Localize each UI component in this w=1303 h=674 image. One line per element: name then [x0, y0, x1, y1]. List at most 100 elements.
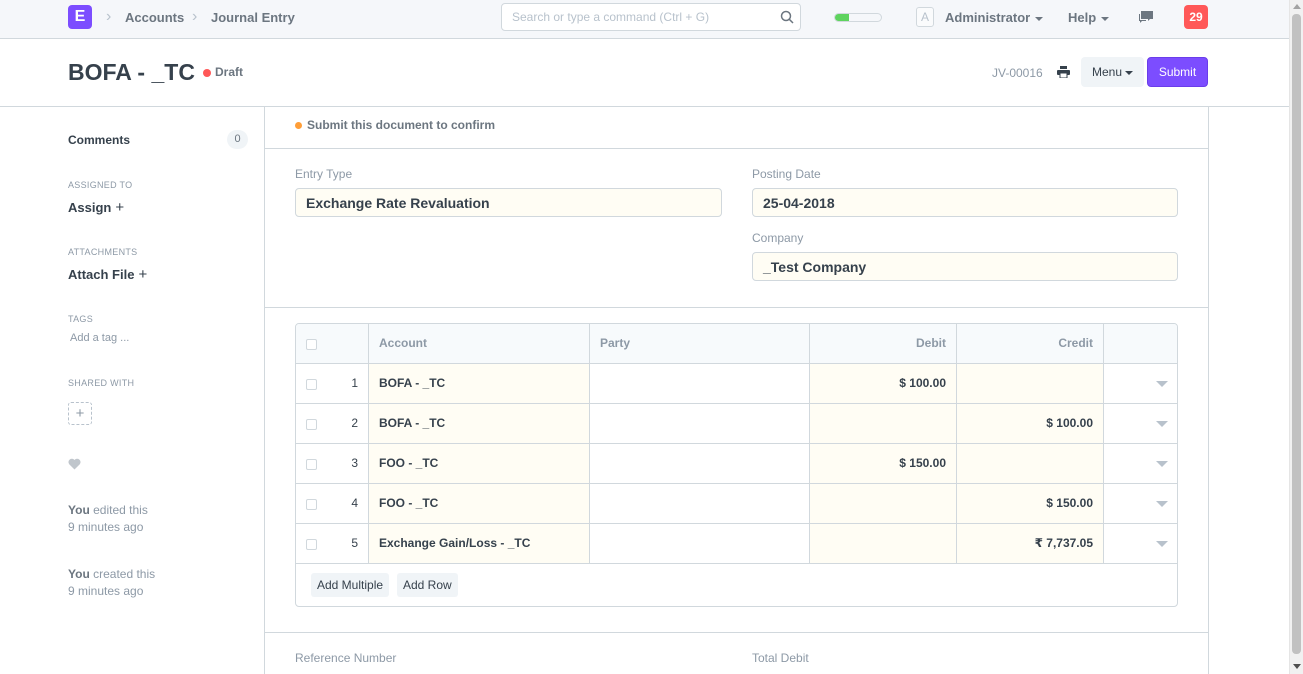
debit-cell[interactable]: $ 100.00	[810, 364, 957, 403]
debit-cell[interactable]	[810, 404, 957, 443]
table-row[interactable]: 2 BOFA - _TC $ 100.00	[296, 404, 1177, 444]
add-tag-input[interactable]: Add a tag ...	[70, 332, 129, 344]
account-cell[interactable]: Exchange Gain/Loss - _TC	[369, 524, 590, 563]
party-cell[interactable]	[590, 444, 810, 483]
scroll-up-icon[interactable]	[1293, 4, 1301, 9]
menu-button[interactable]: Menu	[1081, 57, 1144, 87]
notification-badge[interactable]: 29	[1184, 5, 1208, 29]
activity-time: 9 minutes ago	[68, 584, 144, 598]
plus-icon: +	[115, 199, 125, 216]
posting-date-label: Posting Date	[752, 167, 821, 181]
breadcrumb-journal-entry[interactable]: Journal Entry	[211, 10, 295, 25]
table-row[interactable]: 4 FOO - _TC $ 150.00	[296, 484, 1177, 524]
row-actions-cell[interactable]	[1104, 404, 1177, 443]
chevron-right-icon: ›	[106, 8, 112, 25]
column-header-party: Party	[590, 324, 810, 363]
form-message: Submit this document to confirm	[265, 107, 1208, 149]
menu-label: Menu	[1091, 65, 1123, 79]
table-row[interactable]: 5 Exchange Gain/Loss - _TC ₹ 7,737.05	[296, 524, 1177, 564]
print-icon[interactable]	[1057, 66, 1070, 78]
header-checkbox-cell	[296, 324, 369, 363]
form-layout: Submit this document to confirm Entry Ty…	[264, 107, 1209, 674]
avatar[interactable]: A	[916, 7, 934, 27]
progress-fill	[835, 14, 849, 21]
scrollbar-thumb[interactable]	[1292, 14, 1301, 654]
table-row[interactable]: 3 FOO - _TC $ 150.00	[296, 444, 1177, 484]
account-cell[interactable]: FOO - _TC	[369, 444, 590, 483]
row-checkbox[interactable]	[306, 539, 317, 550]
breadcrumb-accounts[interactable]: Accounts	[125, 10, 184, 25]
add-share-button[interactable]: +	[68, 402, 92, 425]
comments-count: 0	[227, 130, 248, 149]
add-row-button[interactable]: Add Row	[397, 573, 458, 597]
posting-date-field[interactable]: 25-04-2018	[752, 188, 1178, 217]
caret-down-icon	[1156, 461, 1168, 467]
row-index: 2	[351, 416, 358, 430]
search-icon[interactable]	[780, 10, 794, 24]
chat-icon[interactable]	[1138, 10, 1154, 24]
submit-button[interactable]: Submit	[1147, 57, 1208, 87]
column-header-debit: Debit	[810, 324, 957, 363]
search-bar	[501, 3, 801, 31]
credit-cell[interactable]	[957, 364, 1104, 403]
column-header-credit: Credit	[957, 324, 1104, 363]
page-head: BOFA - _TC Draft JV-00016 Menu Submit	[0, 40, 1289, 107]
setup-progress-bar[interactable]	[834, 13, 882, 22]
credit-cell[interactable]: $ 100.00	[957, 404, 1104, 443]
row-actions-cell[interactable]	[1104, 444, 1177, 483]
add-multiple-button[interactable]: Add Multiple	[311, 573, 390, 597]
row-index: 4	[351, 496, 358, 510]
tags-label: TAGS	[68, 314, 94, 324]
assigned-to-label: ASSIGNED TO	[68, 180, 133, 190]
status-badge: Draft	[215, 65, 244, 79]
row-checkbox[interactable]	[306, 459, 317, 470]
row-actions-cell[interactable]	[1104, 524, 1177, 563]
scroll-down-icon[interactable]	[1293, 664, 1301, 669]
debit-cell[interactable]	[810, 524, 957, 563]
help-label: Help	[1068, 10, 1097, 25]
app-logo[interactable]: E	[68, 5, 92, 29]
document-name: JV-00016	[992, 66, 1043, 80]
company-field[interactable]: _Test Company	[752, 252, 1178, 281]
party-cell[interactable]	[590, 484, 810, 523]
account-cell[interactable]: BOFA - _TC	[369, 404, 590, 443]
user-menu[interactable]: Administrator	[945, 10, 1044, 25]
row-checkbox[interactable]	[306, 379, 317, 390]
select-all-checkbox[interactable]	[306, 339, 317, 350]
row-actions-cell[interactable]	[1104, 364, 1177, 403]
row-actions-cell[interactable]	[1104, 484, 1177, 523]
plus-icon: +	[138, 266, 148, 283]
comments-link[interactable]: Comments	[68, 133, 130, 147]
message-text: Submit this document to confirm	[307, 118, 495, 132]
row-index: 1	[351, 376, 358, 390]
account-cell[interactable]: FOO - _TC	[369, 484, 590, 523]
row-checkbox[interactable]	[306, 419, 317, 430]
party-cell[interactable]	[590, 364, 810, 403]
table-row[interactable]: 1 BOFA - _TC $ 100.00	[296, 364, 1177, 404]
party-cell[interactable]	[590, 524, 810, 563]
entry-type-field[interactable]: Exchange Rate Revaluation	[295, 188, 722, 217]
assign-button[interactable]: Assign +	[68, 199, 124, 216]
table-header: Account Party Debit Credit	[296, 324, 1177, 364]
company-label: Company	[752, 231, 804, 245]
debit-cell[interactable]	[810, 484, 957, 523]
attach-file-button[interactable]: Attach File +	[68, 266, 147, 283]
account-cell[interactable]: BOFA - _TC	[369, 364, 590, 403]
heart-icon[interactable]	[68, 458, 81, 470]
debit-cell[interactable]: $ 150.00	[810, 444, 957, 483]
search-input[interactable]	[502, 4, 762, 30]
row-checkbox[interactable]	[306, 499, 317, 510]
chevron-right-icon: ›	[192, 8, 198, 25]
activity-action: edited this	[89, 503, 148, 517]
entry-type-label: Entry Type	[295, 167, 353, 181]
activity-user: You	[68, 567, 90, 581]
credit-cell[interactable]: $ 150.00	[957, 484, 1104, 523]
page-scrollbar[interactable]	[1289, 0, 1303, 674]
help-menu[interactable]: Help	[1068, 10, 1110, 25]
row-checkbox-cell: 2	[296, 404, 369, 443]
credit-cell[interactable]: ₹ 7,737.05	[957, 524, 1104, 563]
party-cell[interactable]	[590, 404, 810, 443]
column-header-account: Account	[369, 324, 590, 363]
row-checkbox-cell: 5	[296, 524, 369, 563]
credit-cell[interactable]	[957, 444, 1104, 483]
